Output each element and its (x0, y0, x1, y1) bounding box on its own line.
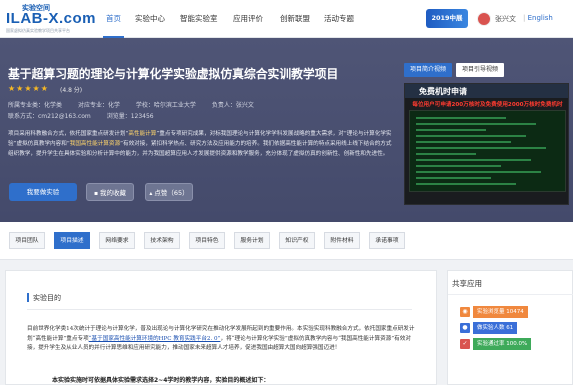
tab-commitments[interactable]: 承诺事项 (369, 232, 405, 249)
video-text-line (416, 171, 541, 173)
video-text-line (416, 123, 536, 125)
video-tabs: 项目简介视频 项目引导视频 (404, 63, 569, 77)
tab-architecture[interactable]: 技术架构 (144, 232, 180, 249)
tab-features[interactable]: 项目特色 (189, 232, 225, 249)
section-title: 实验目的 (27, 293, 61, 303)
tab-guide-video[interactable]: 项目引导视频 (456, 63, 504, 77)
section-bold-line: 本实验实施时可依据具体实验需求选择2~4学时的教学内容，实验目的概述如下： (52, 377, 270, 384)
stat-views-label: 实验浏览量 10474 (473, 306, 528, 318)
video-frame (409, 110, 566, 192)
nav-home[interactable]: 首页 (103, 0, 124, 38)
video-text-line (416, 177, 491, 179)
video-title: 免费机时申请 (419, 87, 467, 96)
video-text-line (416, 153, 476, 155)
avatar[interactable] (477, 12, 491, 26)
share-sidebar: 共享应用 ◉ 实验浏览量 10474 ● 做实验人数 61 ✓ 实验通过率 10… (447, 270, 573, 385)
meta-contact: 联系方式：cm212@163.com (8, 113, 91, 120)
sidebar-divider (448, 294, 573, 295)
lang-separator: | (523, 14, 526, 22)
nav-evaluation[interactable]: 应用评价 (233, 0, 263, 38)
stat-participants-label: 做实验人数 61 (473, 322, 518, 334)
tab-attachments[interactable]: 附件材料 (324, 232, 360, 249)
stat-pass-rate-label: 实验通过率 100.0% (473, 338, 532, 350)
content-card: 实验目的 目前世界化学类14次统计于理论与计算化学，普及出现论与计算化学研究在推… (5, 270, 437, 385)
video-player[interactable]: 免费机时申请 每位用户可申请200万核时及免费使用2000万核时免费机时 (404, 83, 569, 205)
username[interactable]: 张兴文 (495, 14, 516, 24)
tab-ip[interactable]: 知识产权 (279, 232, 315, 249)
eye-icon: ◉ (460, 307, 470, 317)
user-icon: ● (460, 323, 470, 333)
meta-views: 浏览量：123456 (106, 113, 154, 120)
thumbs-up-icon: ▴ (149, 190, 153, 197)
meta-leader: 负责人：张兴文 (211, 102, 254, 109)
tab-intro-video[interactable]: 项目简介视频 (404, 63, 452, 77)
tab-team[interactable]: 项目团队 (9, 232, 45, 249)
nav-lab-center[interactable]: 实验中心 (135, 0, 165, 38)
video-subtitle: 每位用户可申请200万核时及免费使用2000万核时免费机时 (412, 102, 563, 108)
lang-english[interactable]: English (528, 14, 553, 22)
video-text-line (416, 141, 511, 143)
video-text-line (416, 147, 546, 149)
sidebar-title: 共享应用 (452, 279, 482, 288)
start-experiment-button[interactable]: 我要做实验 (9, 183, 77, 201)
project-title: 基于超算习题的理论与计算化学实验虚拟仿真综合实训教学项目 (8, 67, 339, 81)
project-meta-line1: 所属专业类：化学类 对应专业：化学 学校：哈尔滨工业大学 负责人：张兴文 (8, 100, 268, 109)
video-text-line (416, 117, 506, 119)
rating-stars: ★★★★★ (8, 84, 49, 93)
rating-score: (4.8 分) (60, 87, 83, 94)
meta-major: 对应专业：化学 (77, 102, 120, 109)
video-text-line (416, 135, 526, 137)
top-navbar: 实验空间 ILAB-X.com 国家虚拟仿真实验教学项目共享平台 首页 实验中心… (0, 0, 573, 38)
video-text-line (416, 165, 501, 167)
favorite-button[interactable]: ▪ 我的收藏 (86, 183, 134, 201)
meta-major-category: 所属专业类：化学类 (8, 102, 63, 109)
tab-service-plan[interactable]: 服务计划 (234, 232, 270, 249)
logo-subtitle: 国家虚拟仿真实验教学项目共享平台 (6, 28, 70, 33)
site-logo[interactable]: 实验空间 ILAB-X.com 国家虚拟仿真实验教学项目共享平台 (6, 3, 98, 35)
video-text-line (416, 183, 516, 185)
project-description: 项目采用科教融合方式，依托国家重点研发计划“高性能计算”重点专项研究成果，对标我… (8, 129, 394, 159)
section-divider (27, 309, 412, 310)
project-tabbar: 项目团队 项目描述 网络要求 技术架构 项目特色 服务计划 知识产权 附件材料 … (0, 222, 573, 260)
favorite-label: 我的收藏 (100, 189, 127, 197)
project-hero: 基于超算习题的理论与计算化学实验虚拟仿真综合实训教学项目 ★★★★★ (4.8 … (0, 38, 573, 222)
like-label: 点赞（65） (154, 189, 189, 197)
video-text-line (416, 129, 486, 131)
platform-link[interactable]: “基于国家高性能计算环境的HPC 教育实践平台2. 0” (89, 336, 221, 342)
desc-highlight: 我国高性能计算资源 (69, 141, 121, 147)
nav-alliance[interactable]: 创新联盟 (280, 0, 310, 38)
event-badge[interactable]: 2019中展 (426, 9, 468, 28)
section-paragraph: 目前世界化学类14次统计于理论与计算化学，普及出现论与计算化学研究在推动化学发展… (27, 325, 415, 354)
video-text-line (416, 159, 531, 161)
logo-en: ILAB-X.com (6, 10, 97, 27)
bookmark-icon: ▪ (93, 190, 99, 197)
desc-part: 项目采用科教融合方式，依托国家重点研发计划“ (8, 131, 129, 137)
tab-network[interactable]: 网络要求 (99, 232, 135, 249)
nav-smart-lab[interactable]: 智能实验室 (180, 0, 218, 38)
language-switch: | English (523, 14, 553, 22)
pass-rate-icon: ✓ (460, 339, 470, 349)
nav-topics[interactable]: 活动专题 (324, 0, 354, 38)
desc-highlight: 高性能计算 (128, 131, 157, 137)
project-meta-line2: 联系方式：cm212@163.com 浏览量：123456 (8, 111, 168, 120)
tab-description[interactable]: 项目描述 (54, 232, 90, 249)
meta-school: 学校：哈尔滨工业大学 (135, 102, 196, 109)
like-button[interactable]: ▴ 点赞（65） (145, 183, 193, 201)
